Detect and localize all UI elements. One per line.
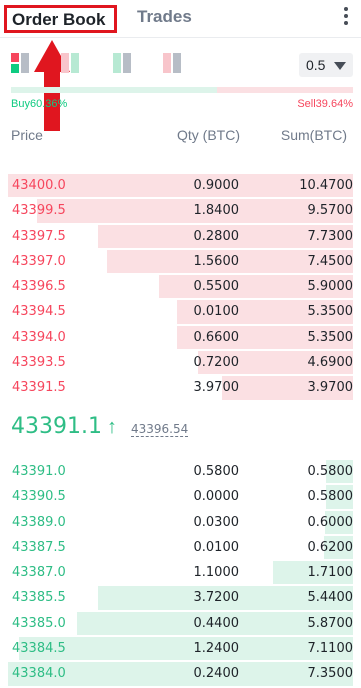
order-qty: 0.5500: [193, 279, 240, 295]
order-sum: 5.3500: [307, 329, 354, 345]
order-qty: 1.2400: [193, 641, 240, 657]
ask-row[interactable]: 43397.0 1.5600 7.4500: [0, 249, 361, 274]
tab-order-book[interactable]: Order Book: [4, 5, 117, 33]
ratio-buy-fill: [11, 87, 218, 93]
book-view-both-icon[interactable]: [11, 53, 33, 75]
order-qty: 0.2800: [193, 228, 240, 244]
order-price: 43391.0: [12, 464, 66, 479]
order-price: 43384.5: [12, 641, 66, 657]
order-price: 43397.0: [12, 253, 66, 269]
ratio-labels: Buy60.36% Sell39.64%: [11, 98, 353, 114]
order-sum: 10.4700: [299, 178, 353, 193]
order-qty: 0.0100: [193, 539, 240, 555]
order-price: 43387.0: [12, 565, 66, 581]
order-qty: 1.8400: [193, 203, 240, 219]
order-price: 43397.5: [12, 228, 66, 244]
order-qty: 0.0300: [193, 514, 240, 530]
order-qty: 0.0100: [193, 304, 240, 320]
order-price: 43391.5: [12, 380, 66, 396]
order-price: 43396.5: [12, 279, 66, 295]
ask-row[interactable]: 43391.5 3.9700 3.9700: [0, 375, 361, 400]
order-sum: 5.8700: [307, 615, 354, 631]
order-price: 43389.0: [12, 514, 66, 530]
order-qty: 0.7200: [193, 355, 240, 371]
bid-row[interactable]: 43385.5 3.7200 5.4400: [0, 585, 361, 610]
order-qty: 0.0000: [193, 489, 240, 505]
order-sum: 5.3500: [307, 304, 354, 320]
buy-sell-ratio-bar: [11, 87, 353, 93]
bid-row[interactable]: 43384.0 0.2400 7.3500: [0, 661, 361, 686]
order-sum: 7.3500: [307, 666, 354, 682]
tick-size-value: 0.5: [306, 57, 326, 73]
order-book-header: Price Qty (BTC) Sum(BTC): [11, 127, 353, 147]
order-price: 43400.0: [12, 178, 66, 193]
order-qty: 1.1000: [193, 565, 240, 581]
price-up-arrow-icon: ↑: [107, 416, 117, 438]
book-view-split-icon[interactable]: [113, 53, 135, 75]
last-price-value: 43391.1: [11, 414, 102, 439]
book-view-bids-icon[interactable]: [61, 53, 83, 75]
order-sum: 0.6200: [307, 539, 354, 555]
order-sum: 4.6900: [307, 355, 354, 371]
order-sum: 5.9000: [307, 279, 354, 295]
order-qty: 3.7200: [193, 590, 240, 606]
bid-row[interactable]: 43384.5 1.2400 7.1100: [0, 636, 361, 661]
order-price: 43385.0: [12, 615, 66, 631]
order-sum: 7.1100: [307, 641, 354, 657]
order-book-tabs: Order Book Trades: [0, 0, 361, 38]
ask-row[interactable]: 43394.0 0.6600 5.3500: [0, 325, 361, 350]
order-price: 43385.5: [12, 590, 66, 606]
buy-ratio-label: Buy60.36%: [11, 98, 68, 110]
order-sum: 3.9700: [307, 380, 354, 396]
book-view-asks-icon[interactable]: [163, 53, 185, 75]
order-sum: 0.6000: [307, 514, 354, 530]
order-qty: 3.9700: [193, 380, 240, 396]
bid-row[interactable]: 43385.0 0.4400 5.8700: [0, 611, 361, 636]
ask-row[interactable]: 43399.5 1.8400 9.5700: [0, 198, 361, 223]
order-sum: 1.7100: [307, 565, 354, 581]
bid-row[interactable]: 43389.0 0.0300 0.6000: [0, 510, 361, 535]
order-qty: 1.5600: [193, 253, 240, 269]
bid-orders: 43391.0 0.5800 0.5800 43390.5 0.0000 0.5800 43…: [0, 459, 361, 687]
order-sum: 0.5800: [307, 464, 354, 479]
order-price: 43384.0: [12, 666, 66, 682]
order-sum: 9.5700: [307, 203, 354, 219]
order-qty: 0.2400: [193, 666, 240, 682]
order-sum: 7.4500: [307, 253, 354, 269]
tab-trades[interactable]: Trades: [137, 5, 192, 33]
bid-row[interactable]: 43387.0 1.1000 1.7100: [0, 560, 361, 585]
order-qty: 0.5800: [193, 464, 240, 479]
order-price: 43394.5: [12, 304, 66, 320]
sell-ratio-label: Sell39.64%: [297, 98, 353, 110]
ask-orders: 43400.0 0.9000 10.4700 43399.5 1.8400 9.5700 4…: [0, 173, 361, 401]
qty-column-header: Qty (BTC): [177, 127, 240, 143]
order-price: 43390.5: [12, 489, 66, 505]
sum-column-header: Sum(BTC): [280, 127, 347, 143]
caret-down-icon: [334, 62, 346, 70]
order-price: 43399.5: [12, 203, 66, 219]
bid-row[interactable]: 43387.5 0.0100 0.6200: [0, 535, 361, 560]
order-qty: 0.9000: [193, 178, 240, 193]
mark-price[interactable]: 43396.54: [131, 422, 189, 437]
order-qty: 0.6600: [193, 329, 240, 345]
ask-row[interactable]: 43393.5 0.7200 4.6900: [0, 350, 361, 375]
ask-row[interactable]: 43397.5 0.2800 7.7300: [0, 224, 361, 249]
ask-row[interactable]: 43400.0 0.9000 10.4700: [0, 173, 361, 198]
tick-size-select[interactable]: 0.5: [299, 53, 353, 77]
ratio-sell-fill: [217, 87, 353, 93]
bid-row[interactable]: 43391.0 0.5800 0.5800: [0, 459, 361, 484]
price-column-header: Price: [11, 127, 43, 143]
order-price: 43387.5: [12, 539, 66, 555]
ask-row[interactable]: 43396.5 0.5500 5.9000: [0, 274, 361, 299]
more-vertical-icon[interactable]: [343, 7, 349, 31]
bid-row[interactable]: 43390.5 0.0000 0.5800: [0, 484, 361, 509]
order-sum: 0.5800: [307, 489, 354, 505]
order-qty: 0.4400: [193, 615, 240, 631]
order-price: 43393.5: [12, 355, 66, 371]
depth-bar: [19, 637, 353, 661]
ask-row[interactable]: 43394.5 0.0100 5.3500: [0, 299, 361, 324]
order-sum: 5.4400: [307, 590, 354, 606]
order-sum: 7.7300: [307, 228, 354, 244]
order-price: 43394.0: [12, 329, 66, 345]
